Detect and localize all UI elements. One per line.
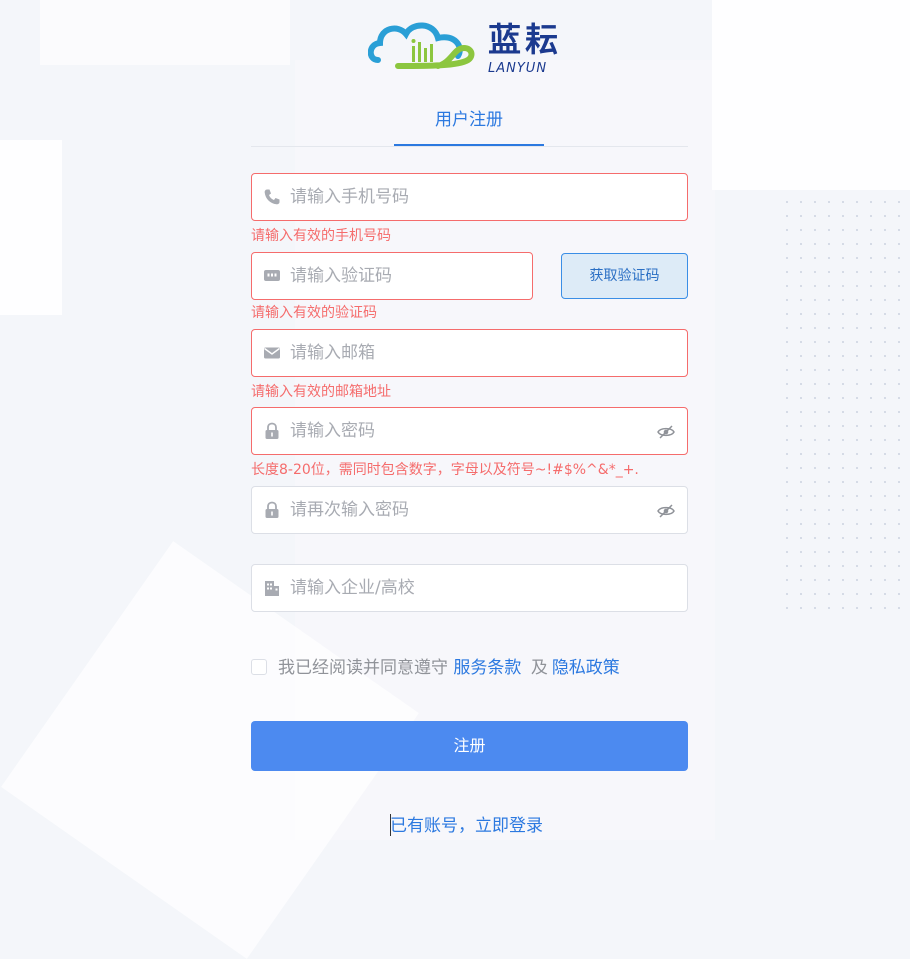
password-error: 长度8-20位，需同时包含数字，字母以及符号~!#$%^&*_+. [251, 462, 639, 478]
mail-icon [264, 347, 280, 359]
brand-logo: 蓝耘 LANYUN [368, 12, 578, 76]
building-icon [265, 581, 279, 596]
code-input[interactable] [290, 253, 510, 299]
confirm-password-input[interactable] [290, 487, 630, 533]
eye-hidden-icon[interactable] [657, 503, 675, 519]
brand-name-en: LANYUN [488, 61, 548, 76]
email-input[interactable] [290, 330, 630, 376]
tab-divider [251, 146, 688, 147]
email-field [251, 329, 688, 377]
phone-input[interactable] [290, 174, 630, 220]
lock-icon [265, 501, 279, 518]
phone-error: 请输入有效的手机号码 [251, 228, 391, 244]
background-dot-pattern [780, 195, 910, 615]
privacy-link[interactable]: 隐私政策 [552, 658, 620, 678]
tab-register[interactable]: 用户注册 [394, 106, 544, 146]
agreement-checkbox[interactable] [251, 659, 267, 675]
email-error: 请输入有效的邮箱地址 [251, 384, 391, 400]
agreement-connector: 及 [530, 658, 548, 678]
phone-field [251, 173, 688, 221]
confirm-password-field [251, 486, 688, 534]
organization-field [251, 564, 688, 612]
agreement-text: 我已经阅读并同意遵守 服务条款 及隐私政策 [278, 656, 620, 680]
brand-name-cn: 蓝耘 [488, 20, 562, 59]
agreement-prefix: 我已经阅读并同意遵守 [278, 658, 448, 678]
terms-link[interactable]: 服务条款 [453, 658, 521, 678]
background-shape [0, 140, 62, 315]
code-field [251, 252, 533, 300]
cloud-logo-icon [368, 22, 475, 69]
phone-icon [264, 189, 280, 205]
organization-input[interactable] [290, 565, 630, 611]
get-code-button[interactable]: 获取验证码 [561, 253, 688, 299]
login-link[interactable]: 已有账号，立即登录 [390, 814, 543, 838]
lock-icon [265, 422, 279, 439]
eye-hidden-icon[interactable] [657, 424, 675, 440]
tab-active-underline [394, 144, 544, 146]
password-field [251, 407, 688, 455]
code-error: 请输入有效的验证码 [251, 305, 377, 321]
message-icon [264, 270, 280, 281]
password-input[interactable] [290, 408, 630, 454]
register-button[interactable]: 注册 [251, 721, 688, 771]
background-shape [40, 0, 290, 65]
background-shape [712, 0, 910, 190]
